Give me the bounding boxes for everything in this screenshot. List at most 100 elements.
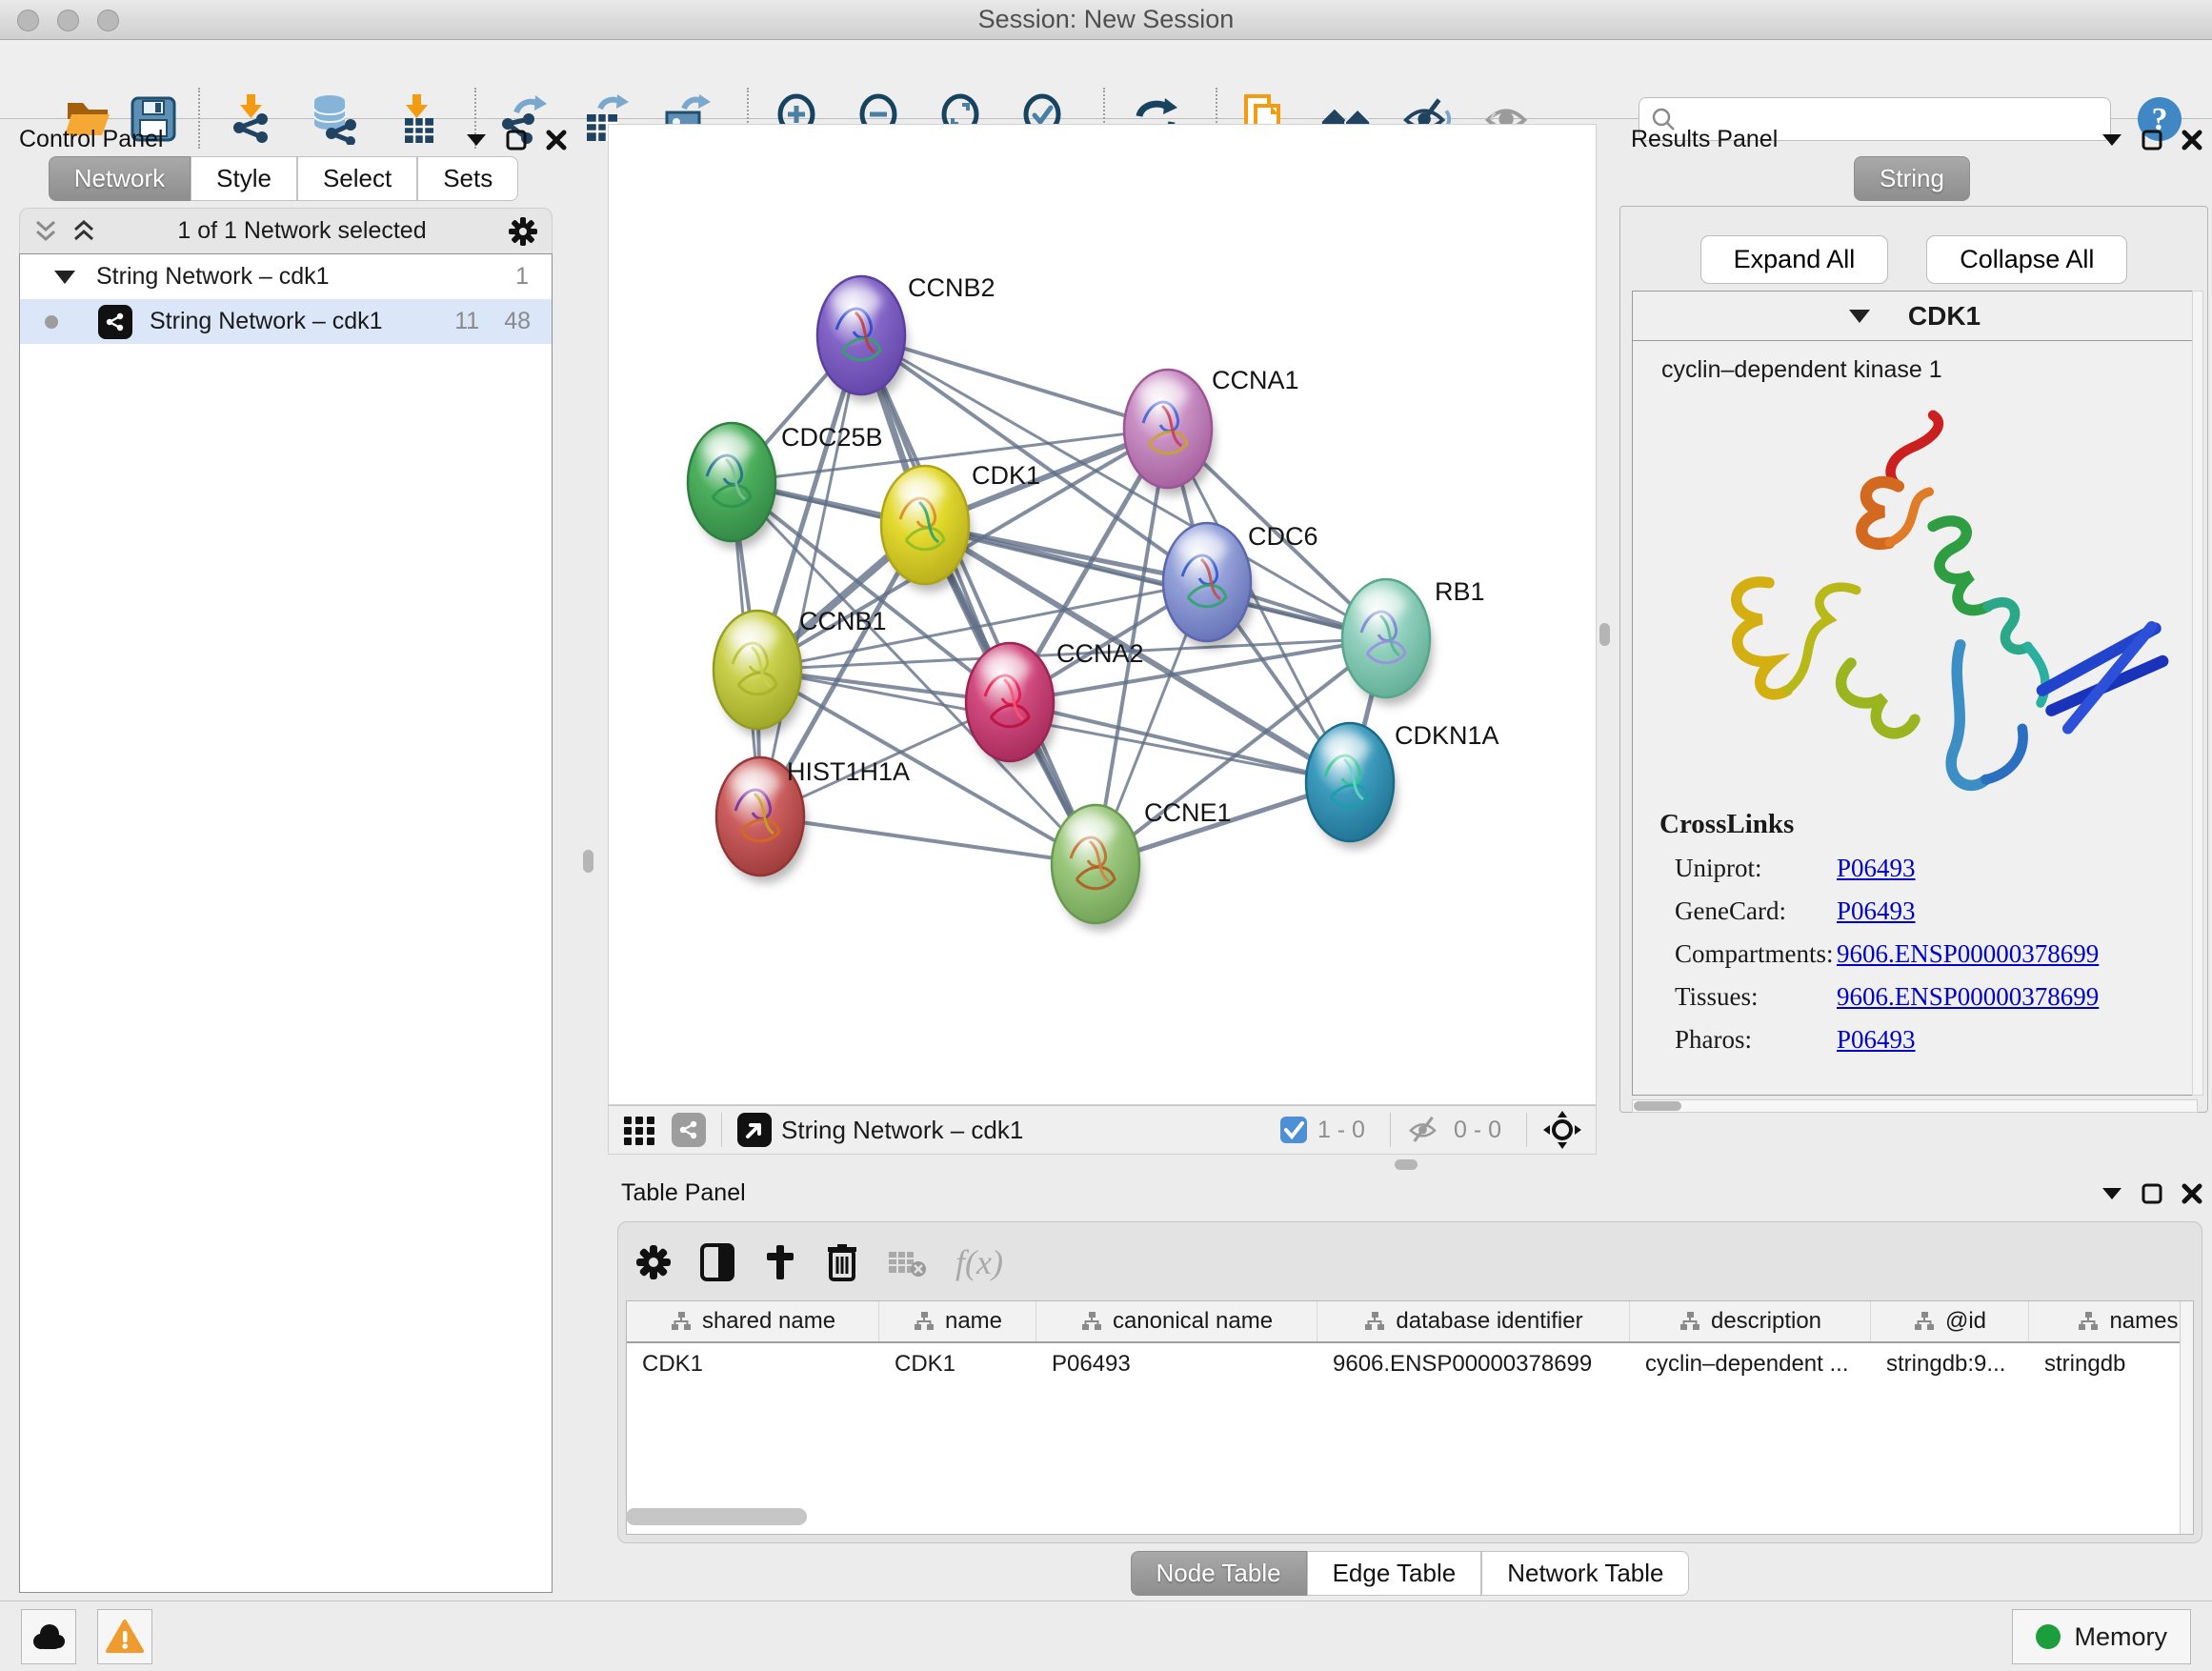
selected-node-edge-counts: 1 - 0 bbox=[1317, 1117, 1365, 1144]
collection-label: String Network – cdk1 bbox=[96, 263, 515, 291]
tab-style[interactable]: Style bbox=[191, 156, 297, 201]
column-header-id[interactable]: @id bbox=[1871, 1301, 2029, 1341]
table-cell[interactable]: stringdb bbox=[2029, 1343, 2194, 1385]
string-network-graph: CCNB2CCNA1CDC25BCDK1CDC6RB1CCNB1CCNA2CDK… bbox=[609, 125, 1596, 1104]
crosslink-value-link[interactable]: P06493 bbox=[1837, 854, 1916, 883]
panel-float-icon[interactable] bbox=[2142, 130, 2162, 151]
results-panel-header: Results Panel bbox=[1631, 126, 2202, 153]
show-columns-icon[interactable] bbox=[700, 1243, 734, 1281]
column-header-sharedname[interactable]: shared name bbox=[627, 1301, 879, 1341]
node-label-CCNA1: CCNA1 bbox=[1212, 366, 1299, 394]
crosslink-label: Pharos: bbox=[1659, 1025, 1837, 1055]
column-header-databaseidentifier[interactable]: database identifier bbox=[1317, 1301, 1630, 1341]
memory-button[interactable]: Memory bbox=[2012, 1609, 2191, 1664]
results-panel-tabs: String bbox=[1612, 156, 2212, 201]
panel-close-icon[interactable] bbox=[546, 130, 567, 151]
cloud-icon bbox=[30, 1621, 68, 1652]
table-cell[interactable]: CDK1 bbox=[627, 1343, 879, 1385]
network-collection-row[interactable]: String Network – cdk1 1 bbox=[20, 254, 552, 299]
network-edge[interactable] bbox=[1010, 702, 1350, 782]
zoom-window-button[interactable] bbox=[97, 10, 119, 31]
grid-view-icon[interactable] bbox=[622, 1113, 656, 1147]
bottom-divider-handle[interactable] bbox=[1395, 1159, 1418, 1170]
string-view-icon[interactable] bbox=[672, 1113, 706, 1147]
network-canvas[interactable]: CCNB2CCNA1CDC25BCDK1CDC6RB1CCNB1CCNA2CDK… bbox=[608, 124, 1597, 1105]
delete-column-icon[interactable] bbox=[826, 1243, 858, 1281]
table-cell[interactable]: CDK1 bbox=[879, 1343, 1036, 1385]
table-row[interactable]: CDK1CDK1P064939606.ENSP00000378699cyclin… bbox=[627, 1343, 2193, 1385]
close-window-button[interactable] bbox=[17, 10, 39, 31]
crosslink-value-link[interactable]: 9606.ENSP00000378699 bbox=[1837, 982, 2099, 1012]
network-options-gear-icon[interactable] bbox=[508, 216, 538, 247]
network-edge[interactable] bbox=[760, 816, 1096, 864]
panel-menu-icon[interactable] bbox=[466, 133, 487, 147]
table-panel-tabs: Node Table Edge Table Network Table bbox=[608, 1551, 2212, 1596]
gene-card-header[interactable]: CDK1 bbox=[1633, 292, 2197, 341]
table-cell[interactable]: stringdb:9... bbox=[1871, 1343, 2029, 1385]
column-header-description[interactable]: description bbox=[1630, 1301, 1871, 1341]
tab-select[interactable]: Select bbox=[297, 156, 417, 201]
tab-node-table[interactable]: Node Table bbox=[1131, 1551, 1307, 1596]
panel-menu-icon[interactable] bbox=[2101, 133, 2122, 147]
crosslink-value-link[interactable]: P06493 bbox=[1837, 896, 1916, 926]
results-vertical-scrollbar[interactable] bbox=[2192, 291, 2203, 1096]
warnings-button[interactable] bbox=[97, 1609, 152, 1664]
left-divider-handle[interactable] bbox=[583, 850, 593, 873]
panel-float-icon[interactable] bbox=[506, 130, 527, 151]
add-column-icon[interactable] bbox=[763, 1243, 797, 1281]
cloud-button[interactable] bbox=[21, 1609, 76, 1664]
column-header-namespace[interactable]: namespace bbox=[2029, 1301, 2194, 1341]
tab-sets[interactable]: Sets bbox=[417, 156, 518, 201]
network-node-CCNB2[interactable] bbox=[817, 276, 908, 402]
network-node-CCNA2[interactable] bbox=[966, 643, 1056, 769]
panel-menu-icon[interactable] bbox=[2101, 1187, 2122, 1200]
network-row[interactable]: String Network – cdk1 11 48 bbox=[20, 299, 552, 344]
tab-edge-table[interactable]: Edge Table bbox=[1307, 1551, 1482, 1596]
table-panel-title: Table Panel bbox=[621, 1179, 746, 1207]
tab-network-table[interactable]: Network Table bbox=[1481, 1551, 1689, 1596]
tab-network[interactable]: Network bbox=[49, 156, 191, 201]
right-divider-handle[interactable] bbox=[1599, 623, 1610, 646]
table-cell[interactable]: cyclin–dependent ... bbox=[1630, 1343, 1871, 1385]
collapse-all-button[interactable]: Collapse All bbox=[1926, 235, 2127, 284]
gene-card-collapse-icon[interactable] bbox=[1849, 310, 1870, 323]
panel-close-icon[interactable] bbox=[2182, 130, 2202, 151]
minimize-window-button[interactable] bbox=[57, 10, 79, 31]
table-horizontal-scrollbar[interactable] bbox=[626, 1508, 807, 1525]
statusbar-separator bbox=[1390, 1113, 1391, 1147]
network-node-CDC25B[interactable] bbox=[688, 423, 778, 549]
panel-float-icon[interactable] bbox=[2142, 1183, 2162, 1204]
crosslink-value-link[interactable]: 9606.ENSP00000378699 bbox=[1837, 939, 2099, 969]
network-node-CDKN1A[interactable] bbox=[1306, 723, 1397, 849]
network-node-CCNE1[interactable] bbox=[1052, 805, 1142, 931]
column-header-name[interactable]: name bbox=[879, 1301, 1036, 1341]
selected-checkbox-icon[interactable] bbox=[1279, 1116, 1308, 1144]
network-node-RB1[interactable] bbox=[1342, 579, 1433, 705]
table-cell[interactable]: P06493 bbox=[1036, 1343, 1317, 1385]
expand-all-button[interactable]: Expand All bbox=[1700, 235, 1889, 284]
crosslink-label: GeneCard: bbox=[1659, 896, 1837, 926]
network-node-CCNB1[interactable] bbox=[714, 611, 804, 736]
table-cell[interactable]: 9606.ENSP00000378699 bbox=[1317, 1343, 1630, 1385]
column-header-canonicalname[interactable]: canonical name bbox=[1036, 1301, 1317, 1341]
network-edge[interactable] bbox=[760, 335, 861, 816]
table-vertical-scrollbar[interactable] bbox=[2180, 1301, 2193, 1534]
hidden-eye-icon[interactable] bbox=[1406, 1114, 1444, 1146]
table-options-gear-icon[interactable] bbox=[635, 1244, 672, 1280]
network-view-statusbar: String Network – cdk1 1 - 0 0 - 0 bbox=[608, 1105, 1597, 1155]
column-type-icon bbox=[2077, 1311, 2100, 1332]
protein-structure-image bbox=[1648, 390, 2182, 809]
tab-string[interactable]: String bbox=[1854, 156, 1970, 201]
panel-close-icon[interactable] bbox=[2182, 1183, 2202, 1204]
network-node-CDC6[interactable] bbox=[1163, 523, 1254, 649]
collection-expand-icon[interactable] bbox=[54, 271, 75, 284]
table-panel-body: f(x) shared namenamecanonical namedataba… bbox=[617, 1221, 2202, 1543]
fit-selected-crosshair-icon[interactable] bbox=[1542, 1110, 1582, 1150]
collapse-all-networks-icon[interactable] bbox=[71, 220, 96, 243]
crosslink-value-link[interactable]: P06493 bbox=[1837, 1025, 1916, 1055]
expand-all-networks-icon[interactable] bbox=[33, 220, 58, 243]
results-horizontal-scrollbar[interactable] bbox=[1632, 1099, 2198, 1113]
network-node-CDK1[interactable] bbox=[881, 466, 972, 592]
birdseye-view-icon[interactable] bbox=[737, 1113, 772, 1147]
column-header-label: name bbox=[945, 1308, 1002, 1335]
